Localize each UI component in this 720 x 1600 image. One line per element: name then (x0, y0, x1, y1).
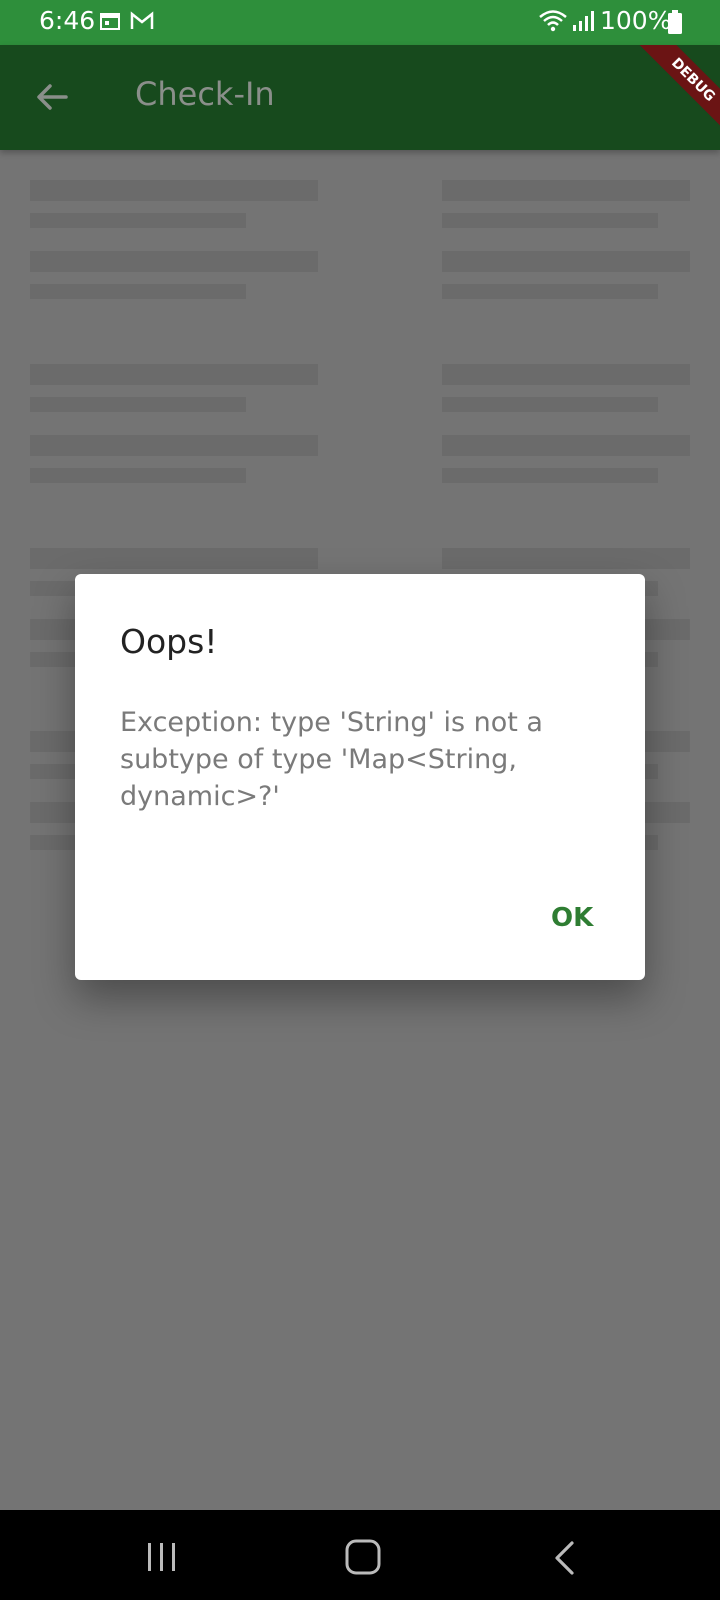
home-icon[interactable] (344, 1538, 382, 1576)
back-icon[interactable] (552, 1540, 576, 1576)
page-title: Check-In (135, 75, 275, 113)
skeleton-line (442, 468, 658, 483)
battery-percent: 100% (600, 6, 672, 35)
calendar-icon (100, 13, 120, 30)
arrow-back-icon[interactable] (30, 75, 74, 119)
signal-icon (573, 11, 594, 31)
wifi-icon (539, 10, 567, 32)
skeleton-line (30, 548, 318, 569)
dialog-title: Oops! (120, 622, 218, 661)
recent-apps-icon[interactable] (145, 1540, 179, 1574)
skeleton-line (442, 251, 690, 272)
skeleton-line (30, 284, 246, 299)
skeleton-line (30, 251, 318, 272)
skeleton-line (30, 397, 246, 412)
skeleton-line (30, 364, 318, 385)
skeleton-line (442, 435, 690, 456)
skeleton-line (442, 180, 690, 201)
skeleton-line (442, 397, 658, 412)
ok-button[interactable]: OK (545, 899, 599, 937)
skeleton-line (442, 548, 690, 569)
skeleton-line (442, 213, 658, 228)
alert-dialog: Oops! Exception: type 'String' is not a … (75, 574, 645, 980)
status-bar: 6:46 100% (0, 0, 720, 45)
skeleton-line (30, 213, 246, 228)
status-time: 6:46 (39, 6, 96, 35)
skeleton-line (442, 284, 658, 299)
dialog-message: Exception: type 'String' is not a subtyp… (120, 707, 543, 812)
skeleton-line (30, 180, 318, 201)
gmail-icon (130, 11, 154, 29)
debug-banner: DEBUG (630, 45, 720, 143)
skeleton-line (30, 435, 318, 456)
skeleton-line (442, 364, 690, 385)
skeleton-line (30, 468, 246, 483)
system-nav-bar (0, 1510, 720, 1600)
battery-icon (668, 10, 682, 34)
app-bar: Check-In DEBUG (0, 45, 720, 150)
